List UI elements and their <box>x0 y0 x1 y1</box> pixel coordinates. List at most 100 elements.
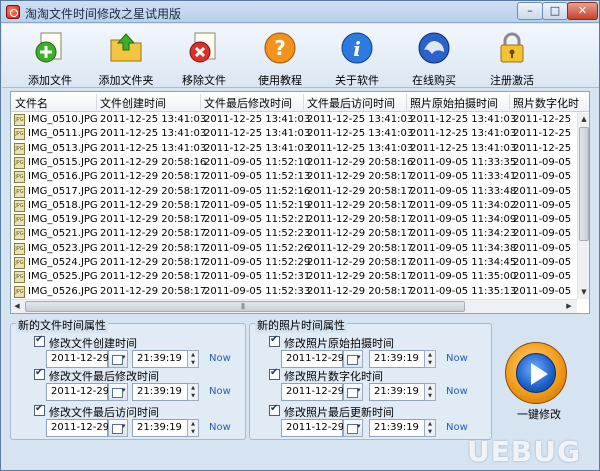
scroll-up-arrow-icon[interactable]: ▲ <box>578 113 589 125</box>
file-date-field[interactable]: 2011-12-29 <box>46 419 109 437</box>
buy-online-icon <box>418 32 450 64</box>
title-bar[interactable]: 淘淘文件时间修改之星试用版 – □ ✕ <box>1 1 599 23</box>
photo-time-option-1[interactable]: 修改照片数字化时间 <box>269 367 469 383</box>
apply-label: 一键修改 <box>517 408 561 421</box>
minimize-button[interactable]: – <box>517 2 543 20</box>
table-row[interactable]: JPG IMG_0510.JPG 2011-12-25 13:41:03 2011-1… <box>11 113 577 127</box>
checkbox[interactable] <box>269 367 280 380</box>
checkbox[interactable] <box>269 403 280 416</box>
scrollbar-thumb[interactable] <box>25 301 465 312</box>
time-spinner-icon[interactable]: ▲ ▼ <box>424 383 436 401</box>
column-header[interactable]: 文件最后访问时间 <box>307 95 395 111</box>
table-cell: 2011-09-05 11:52:26 <box>204 242 311 254</box>
table-row[interactable]: JPG IMG_0513.JPG 2011-12-25 13:41:03 2011-1… <box>11 142 577 156</box>
scrollbar-thumb[interactable] <box>579 127 589 241</box>
column-header[interactable]: 文件创建时间 <box>100 95 166 111</box>
calendar-dropdown-icon[interactable] <box>343 419 363 437</box>
file-time-group-title: 新的文件时间属性 <box>16 317 108 333</box>
column-header[interactable]: 文件名 <box>15 95 48 111</box>
column-header[interactable]: 照片数字化时 <box>513 95 579 111</box>
photo-time-group-title: 新的照片时间属性 <box>255 317 347 333</box>
table-row[interactable]: JPG IMG_0511.JPG 2011-12-25 13:41:03 2011-1… <box>11 127 577 141</box>
table-cell: 2011-12-25 13:41:03 <box>307 128 414 140</box>
table-cell: 2011-09-05 11:35:13 <box>410 285 517 297</box>
time-spinner-icon[interactable]: ▲ ▼ <box>424 419 436 437</box>
table-cell: IMG_0510.JPG <box>28 114 98 125</box>
photo-time-field[interactable]: 21:39:19 <box>369 419 425 437</box>
calendar-dropdown-icon[interactable] <box>343 350 363 368</box>
table-row[interactable]: JPG IMG_0523.JPG 2011-12-29 20:58:17 2011-0… <box>11 242 577 256</box>
horizontal-scrollbar[interactable]: ◀ ||| ▶ <box>11 299 577 313</box>
table-row[interactable]: JPG IMG_0525.JPG 2011-12-29 20:58:17 2011-0… <box>11 270 577 284</box>
table-row[interactable]: JPG IMG_0521.JPG 2011-12-29 20:58:17 2011-0… <box>11 227 577 241</box>
photo-now-link[interactable]: Now <box>446 353 468 364</box>
file-time-option-0[interactable]: 修改文件创建时间 <box>34 334 234 350</box>
about-button[interactable]: i 关于软件 <box>317 28 397 87</box>
table-cell: 2011-12-25 13:41:03 <box>204 114 311 125</box>
photo-date-field[interactable]: 2011-12-29 <box>281 383 344 401</box>
photo-date-field[interactable]: 2011-12-29 <box>281 350 344 368</box>
photo-now-link[interactable]: Now <box>446 422 468 433</box>
file-now-link[interactable]: Now <box>209 422 231 433</box>
photo-time-field[interactable]: 21:39:19 <box>369 350 425 368</box>
table-cell: 2011-12-29 20:58:17 <box>307 285 414 297</box>
time-spinner-icon[interactable]: ▲ ▼ <box>187 350 199 368</box>
checkbox[interactable] <box>269 334 280 347</box>
time-spinner-icon[interactable]: ▲ ▼ <box>424 350 436 368</box>
scroll-right-arrow-icon[interactable]: ▶ <box>563 300 575 313</box>
register-button[interactable]: 注册激活 <box>472 28 552 87</box>
table-row[interactable]: JPG IMG_0516.JPG 2011-12-29 20:58:17 2011-0… <box>11 170 577 184</box>
jpg-file-icon: JPG <box>14 142 25 155</box>
jpg-file-icon: JPG <box>14 114 25 126</box>
time-spinner-icon[interactable]: ▲ ▼ <box>187 383 199 401</box>
checkbox[interactable] <box>34 403 45 416</box>
column-header[interactable]: 文件最后修改时间 <box>204 95 292 111</box>
calendar-dropdown-icon[interactable] <box>343 383 363 401</box>
checkbox[interactable] <box>34 334 45 347</box>
time-spinner-icon[interactable]: ▲ ▼ <box>187 419 199 437</box>
table-row[interactable]: JPG IMG_0524.JPG 2011-12-29 20:58:17 2011-0… <box>11 256 577 270</box>
scroll-left-arrow-icon[interactable]: ◀ <box>11 300 23 313</box>
table-row[interactable]: JPG IMG_0515.JPG 2011-12-29 20:58:16 2011-0… <box>11 156 577 170</box>
checkbox[interactable] <box>34 367 45 380</box>
watermark-logo: UEBUG <box>467 435 581 468</box>
calendar-dropdown-icon[interactable] <box>108 419 128 437</box>
tutorial-button[interactable]: ? 使用教程 <box>240 28 320 87</box>
photo-time-option-2[interactable]: 修改照片最后更新时间 <box>269 403 469 419</box>
calendar-dropdown-icon[interactable] <box>108 350 128 368</box>
file-now-link[interactable]: Now <box>209 386 231 397</box>
table-row[interactable]: JPG IMG_0517.JPG 2011-12-29 20:58:17 2011-0… <box>11 185 577 199</box>
file-time-option-2[interactable]: 修改文件最后访问时间 <box>34 403 234 419</box>
buy-online-button[interactable]: 在线购买 <box>394 28 474 87</box>
table-row[interactable]: JPG IMG_0526.JPG 2011-12-29 20:58:17 2011-0… <box>11 285 577 299</box>
file-now-link[interactable]: Now <box>209 353 231 364</box>
column-header[interactable]: 照片原始拍摄时间 <box>410 95 498 111</box>
file-time-field[interactable]: 21:39:19 <box>132 383 188 401</box>
file-time-field[interactable]: 21:39:19 <box>132 350 188 368</box>
file-table[interactable]: 文件名 文件创建时间 文件最后修改时间 文件最后访问时间 照片原始拍摄时间 照片… <box>10 91 590 314</box>
table-cell: 2011-09-05 <box>513 171 572 183</box>
file-time-field[interactable]: 21:39:19 <box>132 419 188 437</box>
table-row[interactable]: JPG IMG_0518.JPG 2011-12-29 20:58:17 2011-0… <box>11 199 577 213</box>
scroll-down-arrow-icon[interactable]: ▼ <box>578 286 589 298</box>
file-date-field[interactable]: 2011-12-29 <box>46 383 109 401</box>
apply-button[interactable] <box>505 342 567 404</box>
table-cell: 2011-12-25 13:41:03 <box>410 128 517 140</box>
app-logo-icon <box>6 5 20 19</box>
add-folder-button[interactable]: 添加文件夹 <box>86 28 166 87</box>
file-time-option-1[interactable]: 修改文件最后修改时间 <box>34 367 234 383</box>
file-date-field[interactable]: 2011-12-29 <box>46 350 109 368</box>
maximize-button[interactable]: □ <box>542 2 568 20</box>
close-button[interactable]: ✕ <box>567 2 598 20</box>
photo-time-field[interactable]: 21:39:19 <box>369 383 425 401</box>
photo-date-field[interactable]: 2011-12-29 <box>281 419 344 437</box>
remove-file-button[interactable]: 移除文件 <box>164 28 244 87</box>
photo-time-option-0[interactable]: 修改照片原始拍摄时间 <box>269 334 469 350</box>
jpg-file-icon: JPG <box>14 214 25 227</box>
vertical-scrollbar[interactable]: ▲ ▼ <box>577 113 589 299</box>
photo-now-link[interactable]: Now <box>446 386 468 397</box>
add-file-button[interactable]: 添加文件 <box>10 28 90 87</box>
table-cell: 2011-12-29 20:58:17 <box>100 185 207 197</box>
table-row[interactable]: JPG IMG_0519.JPG 2011-12-29 20:58:17 2011-0… <box>11 213 577 227</box>
calendar-dropdown-icon[interactable] <box>108 383 128 401</box>
